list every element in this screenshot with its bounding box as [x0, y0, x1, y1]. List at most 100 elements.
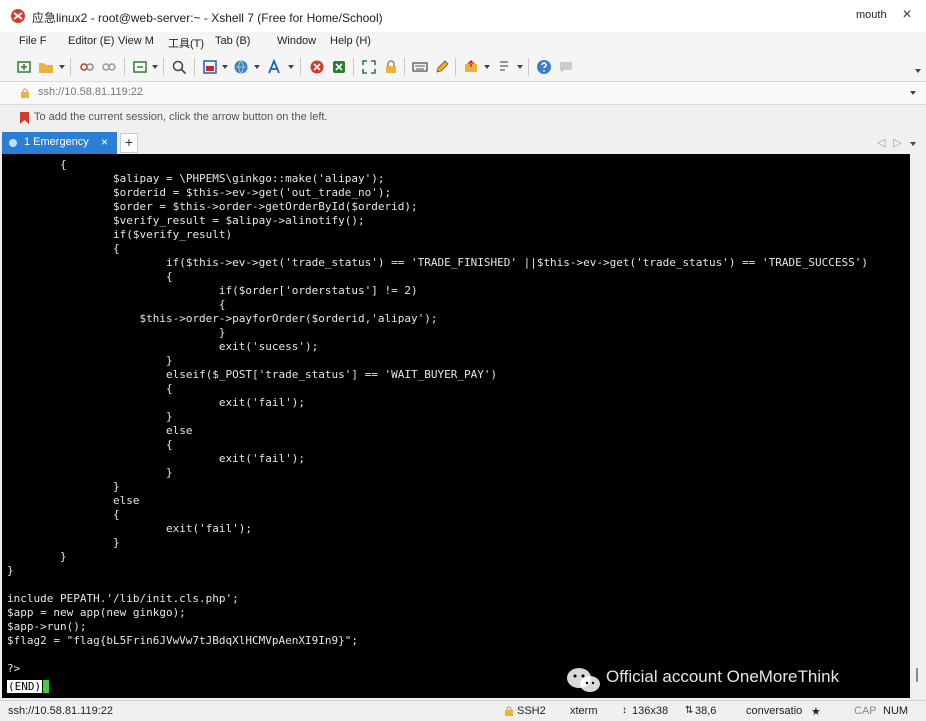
- terminal-line: }: [7, 480, 120, 493]
- script-icon[interactable]: [496, 59, 512, 75]
- status-protocol: SSH2: [517, 705, 546, 717]
- star-icon[interactable]: ★: [811, 705, 821, 718]
- new-session-icon[interactable]: [16, 59, 32, 75]
- terminal-line: $app->run();: [7, 620, 87, 633]
- globe-icon[interactable]: [233, 59, 249, 75]
- terminal-line: {: [7, 158, 67, 171]
- session-hint-bar: To add the current session, click the ar…: [0, 105, 926, 129]
- tab-scroll-right-button[interactable]: ▷: [893, 136, 901, 149]
- terminal-output[interactable]: (END) { $alipay = \PHPEMS\ginkgo::make('…: [2, 154, 910, 698]
- toolbar-separator: [300, 58, 301, 76]
- properties-dropdown-icon[interactable]: [222, 65, 228, 69]
- toolbar-overflow-icon[interactable]: [915, 69, 921, 73]
- lock-icon[interactable]: [383, 59, 399, 75]
- terminal-line: if($this->ev->get('trade_status') == 'TR…: [7, 256, 868, 269]
- connect-icon[interactable]: [79, 59, 95, 75]
- terminal-line: {: [7, 242, 120, 255]
- status-address: ssh://10.58.81.119:22: [8, 705, 113, 717]
- menu-tools[interactable]: 工具(T): [168, 35, 204, 51]
- add-tab-button[interactable]: +: [120, 133, 138, 153]
- terminal-line: {: [7, 508, 120, 521]
- status-cursor-position: 38,6: [695, 705, 717, 717]
- xmanager-icon[interactable]: [331, 59, 347, 75]
- toolbar-separator: [194, 58, 195, 76]
- lock-icon: [505, 706, 513, 716]
- terminal-line: $order = $this->order->getOrderById($ord…: [7, 200, 418, 213]
- open-folder-dropdown-icon[interactable]: [59, 65, 65, 69]
- search-icon[interactable]: [171, 59, 187, 75]
- properties-icon[interactable]: [202, 59, 218, 75]
- terminal-line: $alipay = \PHPEMS\ginkgo::make('alipay')…: [7, 172, 385, 185]
- terminal-line: include PEPATH.'/lib/init.cls.php';: [7, 592, 239, 605]
- font-dropdown-icon[interactable]: [288, 65, 294, 69]
- menu-window[interactable]: Window: [277, 35, 316, 47]
- fullscreen-icon[interactable]: [361, 59, 377, 75]
- keyboard-icon[interactable]: [412, 59, 428, 75]
- menu-view[interactable]: View M: [118, 35, 154, 47]
- toolbar-separator: [528, 58, 529, 76]
- user-name[interactable]: mouth: [856, 9, 887, 21]
- pager-end-marker: (END): [7, 680, 43, 693]
- lock-icon: [21, 88, 29, 98]
- menu-editor[interactable]: Editor (E): [68, 35, 114, 47]
- globe-dropdown-icon[interactable]: [254, 65, 260, 69]
- toolbar-separator: [163, 58, 164, 76]
- address-input[interactable]: ssh://10.58.81.119:22: [38, 86, 143, 98]
- scrollbar-thumb[interactable]: [916, 668, 918, 682]
- status-size: 136x38: [632, 705, 669, 717]
- tab-emergency[interactable]: 1 Emergency ×: [2, 132, 117, 154]
- terminal-line: ?>: [7, 662, 21, 675]
- reconnect-dropdown-icon[interactable]: [152, 65, 158, 69]
- toolbar-separator: [404, 58, 405, 76]
- terminal-line: exit('fail');: [7, 396, 306, 409]
- terminal-line: else: [7, 494, 140, 507]
- terminal-line: $app = new app(new ginkgo);: [7, 606, 186, 619]
- script-dropdown-icon[interactable]: [517, 65, 523, 69]
- address-dropdown-icon[interactable]: [910, 91, 916, 95]
- terminal-line: elseif($_POST['trade_status'] == 'WAIT_B…: [7, 368, 498, 381]
- menu-help[interactable]: Help (H): [330, 35, 371, 47]
- terminal-line: }: [7, 326, 226, 339]
- menu-file[interactable]: File F: [19, 35, 47, 47]
- font-icon[interactable]: [266, 59, 282, 75]
- close-tab-button[interactable]: ×: [101, 135, 108, 149]
- session-tabs-bar: 1 Emergency × +: [0, 130, 926, 154]
- terminal-line: }: [7, 536, 120, 549]
- disconnect-icon[interactable]: [101, 59, 117, 75]
- menu-tab[interactable]: Tab (B): [215, 35, 250, 47]
- terminal-line: if($verify_result): [7, 228, 233, 241]
- terminal-line: $verify_result = $alipay->alinotify();: [7, 214, 365, 227]
- tab-label: 1 Emergency: [24, 136, 89, 148]
- chat-icon[interactable]: [558, 59, 574, 75]
- reconnect-icon[interactable]: [132, 59, 148, 75]
- transfer-icon[interactable]: [463, 59, 479, 75]
- status-terminal-type: xterm: [570, 705, 598, 717]
- window-title: 应急linux2 - root@web-server:~ - Xshell 7 …: [32, 11, 383, 25]
- terminal-line: if($order['orderstatus'] != 2): [7, 284, 418, 297]
- toolbar-separator: [353, 58, 354, 76]
- toolbar-separator: [70, 58, 71, 76]
- transfer-dropdown-icon[interactable]: [484, 65, 490, 69]
- tab-list-dropdown-icon[interactable]: [910, 142, 916, 146]
- help-icon[interactable]: [536, 59, 552, 75]
- terminal-line: {: [7, 382, 173, 395]
- terminal-scrollbar[interactable]: [911, 154, 926, 698]
- bookmark-flag-icon[interactable]: [20, 112, 29, 124]
- compose-icon[interactable]: [434, 59, 450, 75]
- terminal-line: else: [7, 424, 193, 437]
- address-bar: ssh://10.58.81.119:22: [0, 82, 926, 105]
- terminal-line: exit('sucess');: [7, 340, 319, 353]
- session-hint-text: To add the current session, click the ar…: [34, 111, 328, 123]
- terminal-line: $this->order->payforOrder($orderid,'alip…: [7, 312, 438, 325]
- close-window-button[interactable]: ×: [898, 6, 916, 24]
- cursor-position-icon: ⇅: [685, 705, 694, 716]
- xftp-icon[interactable]: [309, 59, 325, 75]
- terminal-line: $flag2 = "flag{bL5Frin6JVwVw7tJBdqXlHCMV…: [7, 634, 358, 647]
- open-folder-icon[interactable]: [38, 59, 54, 75]
- session-status-icon: [9, 139, 17, 147]
- terminal-line: exit('fail');: [7, 452, 306, 465]
- status-cap: CAP: [854, 705, 877, 717]
- status-session-mode[interactable]: conversatio: [746, 705, 802, 717]
- title-bar: 应急linux2 - root@web-server:~ - Xshell 7 …: [0, 0, 926, 32]
- tab-scroll-left-button[interactable]: ◁: [877, 136, 885, 149]
